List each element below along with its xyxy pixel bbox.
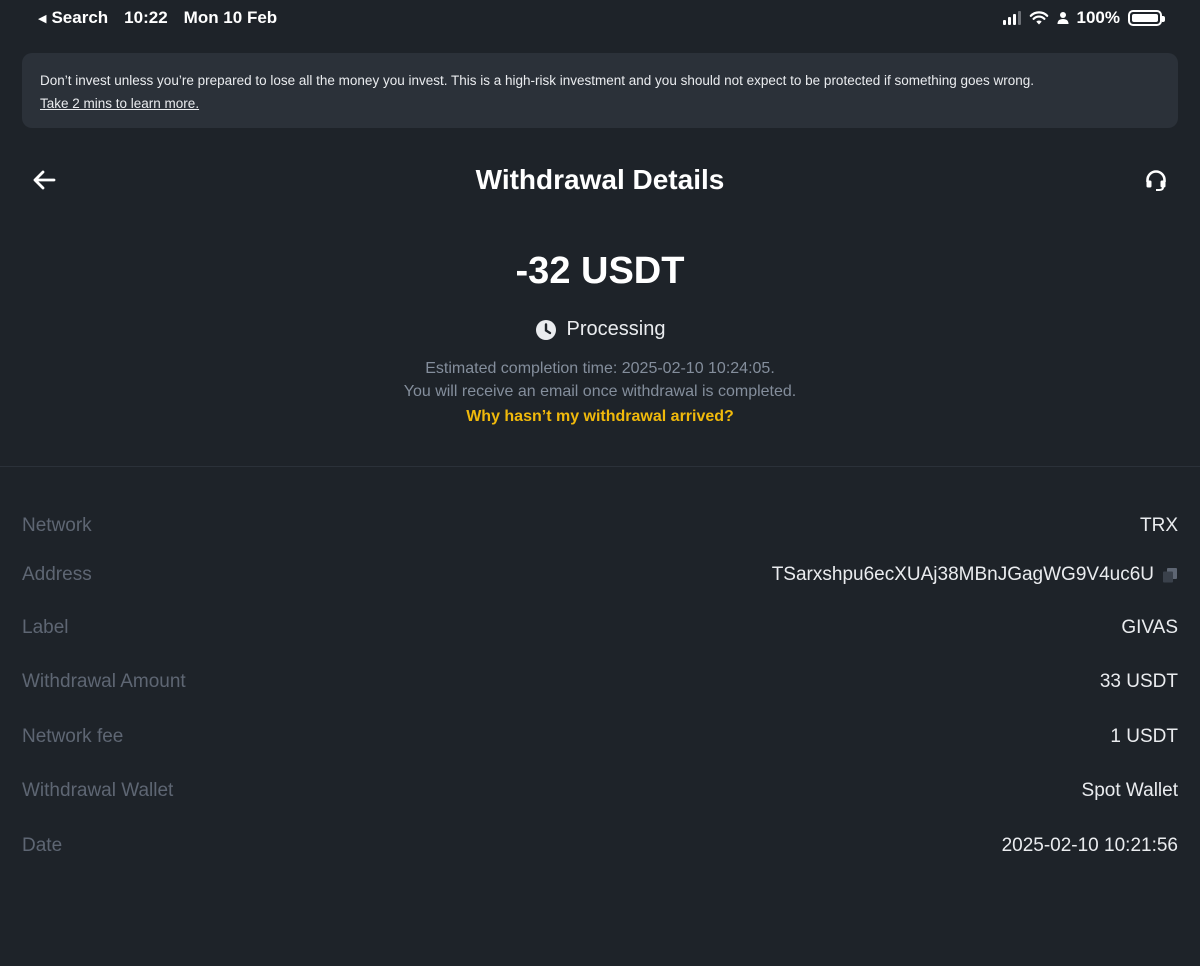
detail-value: 33 USDT [1099,671,1178,692]
detail-row-network-fee: Network fee 1 USDT [22,726,1178,748]
page-title: Withdrawal Details [475,164,725,195]
detail-value-wrap: TSarxshpu6ecXUAj38MBnJGagWG9V4uc6U [772,564,1178,586]
detail-label: Network fee [22,726,124,747]
copy-icon [1163,568,1177,583]
detail-value: GIVAS [1121,617,1178,638]
learn-more-link[interactable]: Take 2 mins to learn more. [40,92,1160,115]
page-header: Withdrawal Details [0,150,1200,210]
detail-label: Address [22,564,92,585]
email-notice-text: You will receive an email once withdrawa… [403,383,797,400]
detail-row-withdrawal-wallet: Withdrawal Wallet Spot Wallet [22,780,1178,802]
detail-row-address: Address TSarxshpu6ecXUAj38MBnJGagWG9V4uc… [22,564,1178,586]
withdrawal-help-link[interactable]: Why hasn’t my withdrawal arrived? [0,408,1200,426]
back-to-app-button[interactable]: ◀ Search [38,8,108,28]
detail-value: TRX [1140,515,1178,536]
address-value: TSarxshpu6ecXUAj38MBnJGagWG9V4uc6U [771,564,1154,585]
detail-label: Withdrawal Amount [22,671,186,692]
support-button[interactable] [1140,164,1172,196]
withdrawal-status: Processing [0,318,1200,341]
risk-warning-banner: Don’t invest unless you’re prepared to l… [22,53,1178,128]
copy-address-button[interactable] [1162,567,1178,583]
detail-row-withdrawal-amount: Withdrawal Amount 33 USDT [22,671,1178,693]
detail-label: Network [22,515,92,536]
status-time: 10:22 [124,8,168,27]
status-bar: ◀ Search 10:22 Mon 10 Feb 100% [0,0,1200,36]
status-left: ◀ Search 10:22 Mon 10 Feb [38,8,277,28]
status-right: 100% [1002,8,1165,28]
back-app-label: Search [51,8,109,27]
withdrawal-details-screen: ◀ Search 10:22 Mon 10 Feb 100% Don’t inv… [0,0,1200,966]
detail-value: 2025-02-10 10:21:56 [1001,835,1178,856]
section-divider [0,466,1200,467]
status-label: Processing [566,318,666,340]
detail-value: Spot Wallet [1081,780,1178,801]
arrow-left-icon [33,170,56,190]
user-icon [1057,12,1069,24]
detail-row-network: Network TRX [22,515,1178,537]
back-triangle-icon: ◀ [38,12,47,25]
detail-row-date: Date 2025-02-10 10:21:56 [22,835,1178,857]
detail-label: Withdrawal Wallet [22,780,174,801]
clock-icon [535,319,556,340]
estimated-completion-text: Estimated completion time: 2025-02-10 10… [425,360,775,377]
detail-row-label: Label GIVAS [22,617,1178,639]
wifi-icon [1029,10,1048,24]
risk-warning-text: Don’t invest unless you’re prepared to l… [40,73,1035,88]
battery-percent: 100% [1076,8,1120,27]
status-date: Mon 10 Feb [183,8,278,27]
detail-label: Date [22,835,63,856]
headset-icon [1146,170,1166,191]
cellular-signal-icon [1002,11,1021,25]
detail-label: Label [22,617,69,638]
battery-icon [1128,10,1165,26]
back-button[interactable] [28,164,60,196]
withdrawal-amount-summary: -32 USDT [515,250,685,292]
detail-value: 1 USDT [1110,726,1178,747]
